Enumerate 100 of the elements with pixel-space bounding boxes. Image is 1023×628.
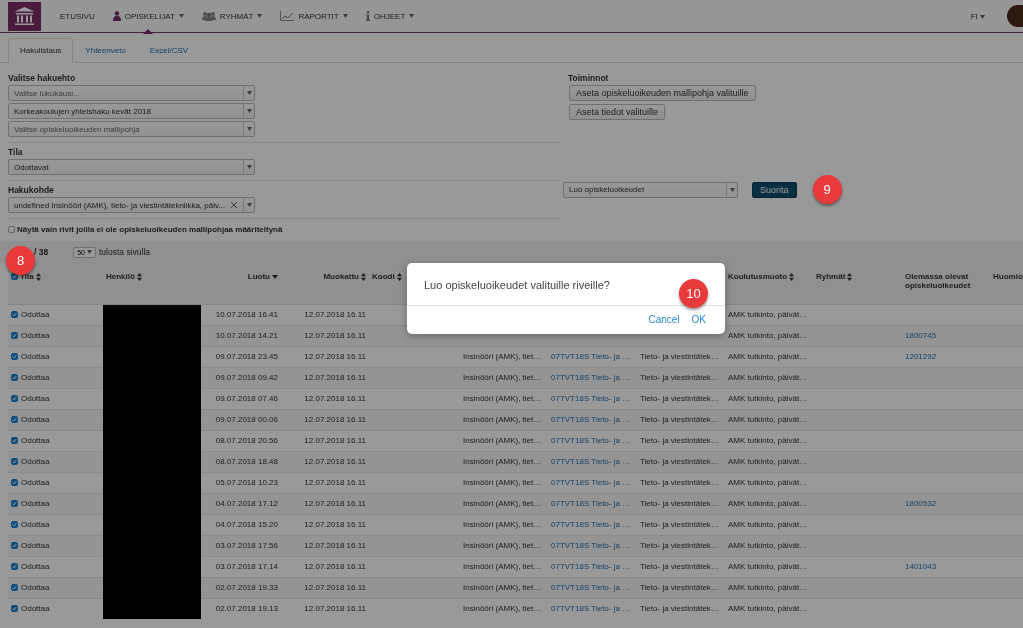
- checkbox[interactable]: [11, 458, 18, 465]
- select-field[interactable]: Korkeakoulujen yhteishaku kevät 2018: [8, 103, 255, 119]
- table-cell: 09.07.2018 23.45: [201, 346, 281, 367]
- table-cell: 02.07.2018 19.13: [201, 598, 281, 619]
- group-link[interactable]: 07TVT18S Tieto- ja …: [548, 598, 637, 619]
- language-menu[interactable]: FI: [970, 11, 985, 21]
- checkbox[interactable]: [11, 416, 18, 423]
- group-icon: [201, 11, 216, 21]
- checkbox[interactable]: [11, 395, 18, 402]
- group-link[interactable]: 07TVT18S Tieto- ja …: [548, 577, 637, 598]
- tab[interactable]: Yhteenveto: [73, 38, 138, 63]
- action-button[interactable]: Aseta tiedot valituille: [569, 104, 666, 120]
- group-link[interactable]: 07TVT18S Tieto- ja …: [548, 367, 637, 388]
- nav-item[interactable]: RYHMÄT: [201, 11, 263, 21]
- checkbox[interactable]: [8, 226, 15, 233]
- status-cell: Odottaa: [11, 604, 50, 614]
- checkbox[interactable]: [11, 353, 18, 360]
- status-cell: Odottaa: [11, 499, 50, 508]
- section-label: Valitse hakuehto: [8, 73, 77, 83]
- select-field[interactable]: Valitse opiskeluoikeuden mallipohja: [8, 121, 255, 137]
- select-field[interactable]: Valitse lukukausi...: [8, 85, 255, 101]
- group-link[interactable]: 07TVT18S Tieto- ja …: [548, 430, 637, 451]
- nav-item[interactable]: RAPORTIT: [280, 11, 348, 21]
- caret-icon: [729, 187, 735, 192]
- checkbox[interactable]: [11, 584, 18, 591]
- tab[interactable]: Excel/CSV: [137, 38, 201, 63]
- nav-item[interactable]: OPISKELIJAT: [112, 11, 184, 21]
- group-link[interactable]: 07TVT18S Tieto- ja …: [548, 472, 637, 493]
- table-cell: Tieto- ja viestintätek…: [637, 388, 725, 409]
- table-cell: Insinööri (AMK), tiet…: [460, 535, 548, 556]
- caret-icon: [246, 127, 252, 131]
- group-link[interactable]: 07TVT18S Tieto- ja …: [548, 556, 637, 577]
- record-link[interactable]: 1401043: [902, 556, 990, 577]
- table-cell: 09.07.2018 00.06: [201, 409, 281, 430]
- table-cell: AMK tutkinto, päivät…: [725, 535, 813, 556]
- record-link[interactable]: 1201292: [902, 346, 990, 367]
- table-cell: 10.07.2018 16.41: [201, 304, 281, 325]
- caret-icon: [246, 91, 252, 95]
- table-cell: Insinööri (AMK), tiet…: [460, 346, 548, 367]
- dialog-button[interactable]: OK: [691, 314, 706, 325]
- table-cell: Insinööri (AMK), tiet…: [460, 514, 548, 535]
- table-cell: Insinööri (AMK), tiet…: [460, 556, 548, 577]
- checkbox[interactable]: [11, 563, 18, 570]
- table-cell: Insinööri (AMK), tiet…: [460, 388, 548, 409]
- logo[interactable]: [8, 1, 41, 31]
- table-cell: Tieto- ja viestintätek…: [637, 535, 725, 556]
- sort-icon: [847, 272, 853, 281]
- checkbox[interactable]: [11, 479, 18, 486]
- select-field[interactable]: Odottavat: [8, 159, 255, 175]
- nav-item[interactable]: ETUSIVU: [60, 11, 95, 21]
- column-header[interactable]: Henkilö: [106, 272, 142, 281]
- sort-icon: [35, 272, 41, 281]
- group-link[interactable]: 07TVT18S Tieto- ja …: [548, 493, 637, 514]
- checkbox[interactable]: [11, 311, 18, 318]
- action-button[interactable]: Aseta opiskeluoikeuden mallipohja valituille: [569, 85, 756, 101]
- table-cell: Insinööri (AMK), tiet…: [460, 451, 548, 472]
- group-link[interactable]: 07TVT18S Tieto- ja …: [548, 346, 637, 367]
- avatar[interactable]: [1007, 5, 1023, 27]
- record-link[interactable]: 1800745: [902, 325, 990, 346]
- group-link[interactable]: 07TVT18S Tieto- ja …: [548, 451, 637, 472]
- status-cell: Odottaa: [11, 457, 50, 466]
- checkbox[interactable]: [11, 542, 18, 549]
- select-field[interactable]: Luo opiskeluoikeudet: [563, 181, 738, 198]
- column-header[interactable]: Ryhmät: [816, 272, 853, 281]
- clear-icon[interactable]: [231, 202, 237, 208]
- checkbox[interactable]: [11, 500, 18, 507]
- group-link[interactable]: 07TVT18S Tieto- ja …: [548, 514, 637, 535]
- table-cell: AMK tutkinto, päivät…: [725, 388, 813, 409]
- column-header[interactable]: Koodi: [372, 272, 402, 281]
- tab[interactable]: Hakulistaus: [8, 38, 74, 63]
- group-link[interactable]: 07TVT18S Tieto- ja …: [548, 409, 637, 430]
- caret-icon: [246, 203, 252, 207]
- nav-item[interactable]: OHJEET: [365, 11, 415, 21]
- table-cell: Insinööri (AMK), tiet…: [460, 367, 548, 388]
- table-cell: Tieto- ja viestintätek…: [637, 598, 725, 619]
- table-cell: 12.07.2018 16.11: [281, 493, 369, 514]
- table-cell: Insinööri (AMK), tiet…: [460, 472, 548, 493]
- checkbox[interactable]: [11, 521, 18, 528]
- checkbox[interactable]: [11, 332, 18, 339]
- checkbox[interactable]: [11, 273, 18, 280]
- select-field[interactable]: undefined Insinööri (AMK), tieto- ja viestintätekniikka, päiv...: [8, 197, 255, 213]
- status-cell: Odottaa: [11, 415, 50, 424]
- column-header[interactable]: Koulutusmuoto: [728, 272, 795, 281]
- sort-icon: [361, 272, 366, 281]
- checkbox[interactable]: [11, 437, 18, 444]
- group-link[interactable]: 07TVT18S Tieto- ja …: [548, 388, 637, 409]
- run-button[interactable]: Suorita: [752, 181, 797, 198]
- step-badge: 10: [679, 279, 708, 308]
- table-cell: 12.07.2018 16.11: [281, 514, 369, 535]
- record-link[interactable]: 1800532: [902, 493, 990, 514]
- sort-icon: [396, 272, 402, 281]
- dialog-button[interactable]: Cancel: [648, 314, 680, 325]
- column-header[interactable]: Luotu: [247, 272, 278, 281]
- column-header[interactable]: Huomio: [993, 272, 1023, 281]
- table-cell: 08.07.2018 20.56: [201, 430, 281, 451]
- checkbox[interactable]: [11, 605, 18, 613]
- section-label: Hakukohde: [8, 185, 55, 195]
- column-header[interactable]: Muokattu: [323, 272, 366, 281]
- group-link[interactable]: 07TVT18S Tieto- ja …: [548, 535, 637, 556]
- checkbox[interactable]: [11, 374, 18, 381]
